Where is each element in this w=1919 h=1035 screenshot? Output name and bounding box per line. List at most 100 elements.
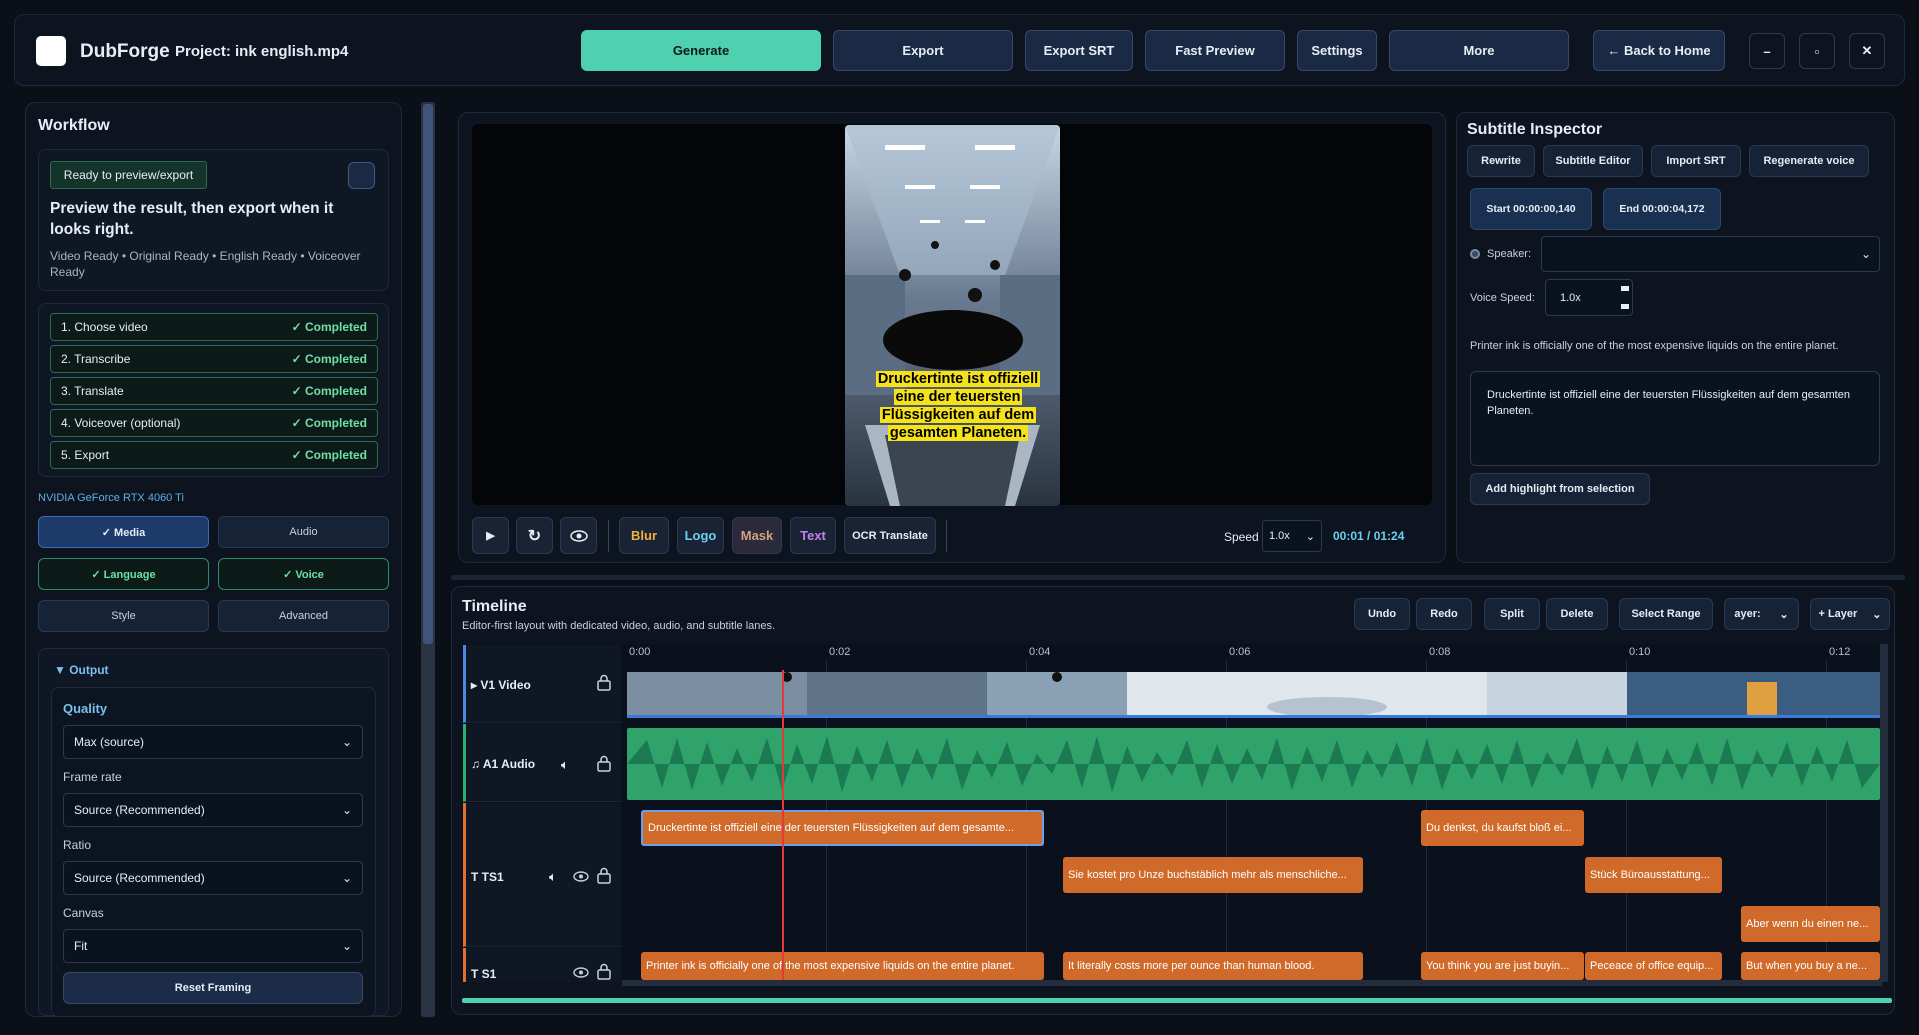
tab-audio[interactable]: Audio [218,516,389,548]
ocr-translate-button[interactable]: OCR Translate [844,517,936,554]
add-highlight-button[interactable]: Add highlight from selection [1470,473,1650,505]
lock-icon[interactable] [597,755,611,772]
ratio-select[interactable]: Source (Recommended) ⌄ [63,861,363,895]
inspector-title: Subtitle Inspector [1467,121,1603,138]
ruler-tick: 0:12 [1829,646,1851,658]
redo-button[interactable]: Redo [1416,598,1472,630]
ts1-clip[interactable]: Stück Büroausstattung... [1585,857,1722,893]
status-toggle[interactable] [348,162,375,189]
volume-icon[interactable]: 🔈︎ [549,869,557,885]
regenerate-voice-button[interactable]: Regenerate voice [1749,145,1869,177]
tab-style[interactable]: Style [38,600,209,632]
step-label: 1. Choose video [61,320,148,334]
fast-preview-button[interactable]: Fast Preview [1145,30,1285,71]
preview-eye-button[interactable] [560,517,597,554]
lock-icon[interactable] [597,674,611,691]
rewrite-button[interactable]: Rewrite [1467,145,1535,177]
settings-button[interactable]: Settings [1297,30,1377,71]
close-button[interactable]: ✕ [1849,33,1885,69]
eye-icon[interactable] [573,871,589,882]
step-status: ✓ Completed [291,416,367,430]
speaker-radio-icon[interactable] [1470,249,1480,259]
tab-voice[interactable]: ✓ Voice [218,558,389,590]
ruler-tick: 0:04 [1029,646,1051,658]
back-home-button[interactable]: ← Back to Home [1593,30,1725,71]
s1-clip[interactable]: Pecеace of office equip... [1585,952,1722,980]
generate-button[interactable]: Generate [581,30,821,71]
ruler-tick: 0:08 [1429,646,1451,658]
output-toggle[interactable]: ▼ Output [54,663,109,677]
export-button[interactable]: Export [833,30,1013,71]
divider [608,520,609,552]
mask-tool-button[interactable]: Mask [732,517,782,554]
more-button[interactable]: More [1389,30,1569,71]
step-voiceover[interactable]: 4. Voiceover (optional) ✓ Completed [50,409,378,437]
voice-speed-value: 1.0x [1560,291,1581,304]
frame-rate-select[interactable]: Source (Recommended) ⌄ [63,793,363,827]
voice-speed-label: Voice Speed: [1470,292,1535,304]
timeline-progress-bar [462,998,1892,1003]
tab-advanced[interactable]: Advanced [218,600,389,632]
speaker-select[interactable]: ⌄ [1541,236,1880,272]
tab-media[interactable]: ✓ Media [38,516,209,548]
split-button[interactable]: Split [1484,598,1540,630]
video-thumbnail [845,125,1060,506]
s1-clip[interactable]: Printer ink is officially one of the mos… [641,952,1044,980]
select-range-button[interactable]: Select Range [1619,598,1713,630]
step-status: ✓ Completed [291,320,367,334]
start-time-field[interactable]: Start 00:00:00,140 [1470,188,1592,230]
delete-button[interactable]: Delete [1546,598,1608,630]
lock-icon[interactable] [597,867,611,884]
volume-icon[interactable]: 🔈︎ [561,757,569,773]
logo-tool-button[interactable]: Logo [677,517,724,554]
play-button[interactable]: ▶ [472,517,509,554]
add-layer-button[interactable]: + Layer ⌄ [1810,598,1890,630]
ratio-label: Ratio [63,838,92,852]
export-srt-button[interactable]: Export SRT [1025,30,1133,71]
subtitle-overlay: Druckertinte ist offiziell eine der teue… [862,370,1054,442]
step-status: ✓ Completed [291,448,367,462]
undo-button[interactable]: Undo [1354,598,1410,630]
ts1-clip[interactable]: Sie kostet pro Unze buchstäblich mehr al… [1063,857,1363,893]
divider [946,520,947,552]
canvas-value: Fit [74,939,88,953]
minimize-button[interactable]: – [1749,33,1785,69]
step-transcribe[interactable]: 2. Transcribe ✓ Completed [50,345,378,373]
speed-select[interactable]: 1.0x ⌄ [1262,520,1322,552]
ruler-tick: 0:06 [1229,646,1251,658]
eye-icon[interactable] [573,967,589,978]
blur-tool-button[interactable]: Blur [619,517,669,554]
lock-icon[interactable] [597,963,611,980]
stepper-down-icon[interactable] [1620,303,1629,309]
ts1-clip[interactable]: Aber wenn du einen ne... [1741,906,1880,942]
translated-text-area[interactable]: Druckertinte ist offiziell eine der teue… [1470,371,1880,466]
subtitle-editor-button[interactable]: Subtitle Editor [1543,145,1643,177]
playhead[interactable] [782,670,784,982]
voice-speed-stepper[interactable] [1617,280,1632,315]
ts1-clip[interactable]: Druckertinte ist offiziell eine der teue… [641,810,1044,846]
layer-select[interactable]: ayer: ⌄ [1724,598,1799,630]
left-scrollbar-thumb[interactable] [423,104,433,644]
step-export[interactable]: 5. Export ✓ Completed [50,441,378,469]
step-choose-video[interactable]: 1. Choose video ✓ Completed [50,313,378,341]
timeline-v-scrollbar[interactable] [1880,644,1888,982]
s1-clip[interactable]: But when you buy a ne... [1741,952,1880,980]
end-time-field[interactable]: End 00:00:04,172 [1603,188,1721,230]
timeline-h-scrollbar[interactable] [622,980,1882,986]
import-srt-button[interactable]: Import SRT [1651,145,1741,177]
s1-clip[interactable]: It literally costs more per ounce than h… [1063,952,1363,980]
restart-button[interactable]: ↻ [516,517,553,554]
maximize-button[interactable]: ▫ [1799,33,1835,69]
ts1-clip[interactable]: Du denkst, du kaufst bloß ei... [1421,810,1584,846]
step-translate[interactable]: 3. Translate ✓ Completed [50,377,378,405]
text-tool-button[interactable]: Text [790,517,836,554]
stepper-up-icon[interactable] [1620,286,1629,292]
s1-clip[interactable]: You think you are just buyin... [1421,952,1584,980]
audio-clip-a1[interactable] [627,728,1880,800]
quality-value: Max (source) [74,735,145,749]
video-clip-v1[interactable] [627,672,1880,718]
reset-framing-button[interactable]: Reset Framing [63,972,363,1004]
canvas-select[interactable]: Fit ⌄ [63,929,363,963]
quality-select[interactable]: Max (source) ⌄ [63,725,363,759]
tab-language[interactable]: ✓ Language [38,558,209,590]
